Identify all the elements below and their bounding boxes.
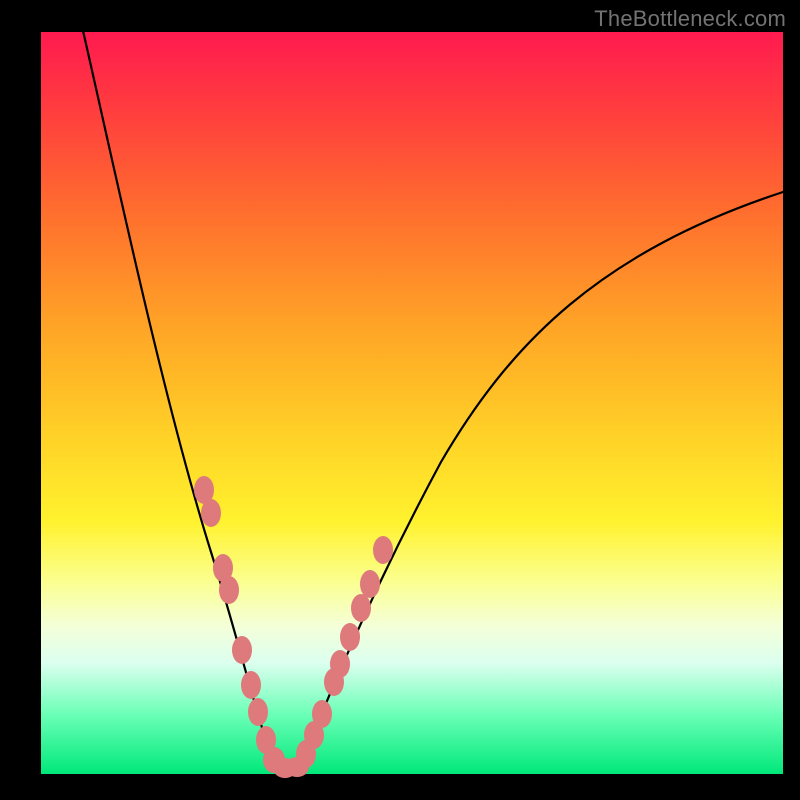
chart-frame: TheBottleneck.com (0, 0, 800, 800)
marker-dot (312, 700, 332, 728)
marker-dot (201, 499, 221, 527)
curve-path (81, 22, 783, 770)
watermark-text: TheBottleneck.com (594, 6, 786, 32)
marker-dot (241, 671, 261, 699)
right-marker-cluster (296, 536, 393, 768)
plot-area (41, 32, 783, 774)
bottleneck-curve (41, 32, 783, 774)
marker-dot (373, 536, 393, 564)
marker-dot (232, 636, 252, 664)
marker-dot (219, 576, 239, 604)
marker-dot (330, 650, 350, 678)
marker-dot (340, 623, 360, 651)
marker-dot (248, 698, 268, 726)
marker-dot (360, 570, 380, 598)
left-marker-cluster (194, 476, 285, 773)
marker-dot (351, 594, 371, 622)
